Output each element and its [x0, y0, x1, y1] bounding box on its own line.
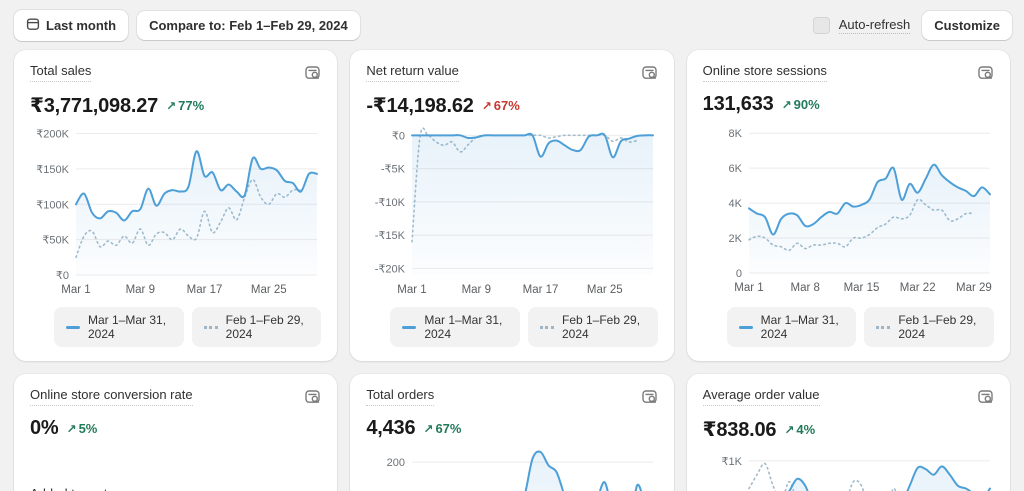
trend-up-icon: ↗ [423, 422, 433, 436]
compare-to-label: Compare to: Feb 1–Feb 29, 2024 [149, 18, 348, 33]
solid-line-swatch [739, 326, 753, 329]
chart-area[interactable]: ₹1K [703, 446, 994, 491]
view-report-icon[interactable] [977, 388, 994, 410]
svg-text:-₹10K: -₹10K [375, 197, 406, 209]
card-title: Online store sessions [703, 63, 827, 82]
trend-up-icon: ↗ [67, 422, 77, 436]
svg-text:Mar 25: Mar 25 [251, 284, 287, 296]
view-report-icon[interactable] [641, 388, 658, 410]
svg-text:Mar 1: Mar 1 [398, 284, 427, 296]
chart-area[interactable]: ₹200K ₹150K ₹100K ₹50K ₹0 Mar 1 Mar 9 Mar 17 Mar… [30, 122, 321, 304]
card-net-return-value: Net return value -₹14,198.62 ↗67% ₹0 -₹5K… [350, 50, 673, 361]
svg-text:Mar 17: Mar 17 [523, 284, 559, 296]
conversion-breakdown-row[interactable]: Added to cart 13,468 sessions 10.23% ↗ 5… [30, 486, 321, 491]
svg-text:2K: 2K [728, 233, 742, 245]
svg-text:Mar 25: Mar 25 [587, 284, 623, 296]
customize-label: Customize [934, 18, 1000, 33]
svg-text:₹150K: ₹150K [36, 164, 69, 176]
metric-delta: ↗5% [67, 421, 98, 436]
chart-area[interactable]: 200 [366, 444, 657, 491]
legend-current: Mar 1–Mar 31, 2024 [390, 307, 520, 347]
view-report-icon[interactable] [304, 64, 321, 86]
metric-delta: ↗67% [482, 98, 520, 113]
auto-refresh-label: Auto-refresh [839, 17, 911, 34]
legend-comparison: Feb 1–Feb 29, 2024 [864, 307, 994, 347]
card-title: Total orders [366, 387, 434, 406]
dotted-line-swatch [204, 326, 218, 329]
svg-text:Mar 15: Mar 15 [843, 282, 879, 294]
metric-delta: ↗90% [782, 97, 820, 112]
trend-up-icon: ↗ [482, 99, 492, 113]
metric-value: -₹14,198.62 [366, 93, 473, 118]
trend-up-icon: ↗ [782, 98, 792, 112]
legend-comparison: Feb 1–Feb 29, 2024 [192, 307, 322, 347]
solid-line-swatch [402, 326, 416, 329]
auto-refresh-checkbox[interactable] [813, 17, 830, 34]
date-range-label: Last month [46, 18, 116, 33]
date-range-button[interactable]: Last month [14, 10, 128, 41]
svg-text:Mar 22: Mar 22 [899, 282, 935, 294]
svg-text:₹1K: ₹1K [721, 456, 742, 468]
dotted-line-swatch [540, 326, 554, 329]
svg-text:8K: 8K [728, 128, 742, 140]
dotted-line-swatch [876, 326, 890, 329]
svg-text:Mar 9: Mar 9 [126, 284, 155, 296]
svg-text:Mar 1: Mar 1 [61, 284, 90, 296]
chart-area[interactable]: 8K 6K 4K 2K 0 Mar 1 Mar 8 Mar 15 Mar 22 Mar 29 [703, 120, 994, 302]
customize-button[interactable]: Customize [922, 11, 1012, 40]
svg-text:-₹5K: -₹5K [381, 164, 406, 176]
view-report-icon[interactable] [977, 64, 994, 86]
svg-text:₹0: ₹0 [56, 270, 69, 282]
svg-text:₹0: ₹0 [392, 130, 405, 142]
breakdown-label: Added to cart [30, 486, 173, 491]
metric-value: 4,436 [366, 417, 415, 440]
metric-delta: ↗77% [166, 98, 204, 113]
compare-to-button[interactable]: Compare to: Feb 1–Feb 29, 2024 [137, 11, 360, 40]
card-title: Online store conversion rate [30, 387, 193, 406]
chart-area[interactable]: ₹0 -₹5K -₹10K -₹15K -₹20K Mar 1 Mar 9 Mar 17 Mar… [366, 122, 657, 304]
trend-up-icon: ↗ [784, 423, 794, 437]
card-title: Average order value [703, 387, 820, 406]
card-title: Total sales [30, 63, 91, 82]
svg-text:4K: 4K [728, 198, 742, 210]
card-online-store-sessions: Online store sessions 131,633 ↗90% 8K 6K 4… [687, 50, 1010, 361]
metric-value: 0% [30, 417, 59, 440]
svg-text:Mar 1: Mar 1 [734, 282, 763, 294]
card-total-orders: Total orders 4,436 ↗67% 200 Mar 1–Mar 31… [350, 374, 673, 491]
card-average-order-value: Average order value ₹838.06 ↗4% ₹1K Mar … [687, 374, 1010, 491]
svg-text:Mar 29: Mar 29 [956, 282, 992, 294]
card-conversion-rate: Online store conversion rate 0% ↗5% Adde… [14, 374, 337, 491]
metric-delta: ↗67% [423, 421, 461, 436]
calendar-icon [26, 17, 40, 34]
svg-text:-₹15K: -₹15K [375, 230, 406, 242]
view-report-icon[interactable] [641, 64, 658, 86]
svg-text:₹200K: ₹200K [36, 129, 69, 141]
svg-text:Mar 8: Mar 8 [790, 282, 819, 294]
svg-text:6K: 6K [728, 163, 742, 175]
svg-text:-₹20K: -₹20K [375, 263, 406, 275]
svg-text:Mar 17: Mar 17 [187, 284, 223, 296]
svg-text:₹100K: ₹100K [36, 199, 69, 211]
legend-current: Mar 1–Mar 31, 2024 [54, 307, 184, 347]
svg-text:0: 0 [736, 268, 742, 280]
toolbar: Last month Compare to: Feb 1–Feb 29, 202… [0, 0, 1024, 50]
chart-legend: Mar 1–Mar 31, 2024 Feb 1–Feb 29, 2024 [366, 307, 657, 347]
metric-value: ₹3,771,098.27 [30, 93, 158, 118]
trend-up-icon: ↗ [166, 99, 176, 113]
legend-comparison: Feb 1–Feb 29, 2024 [528, 307, 658, 347]
metric-value: 131,633 [703, 93, 774, 116]
metric-value: ₹838.06 [703, 417, 777, 442]
view-report-icon[interactable] [304, 388, 321, 410]
metric-delta: ↗4% [784, 422, 815, 437]
svg-text:200: 200 [387, 457, 405, 469]
metrics-grid: Total sales ₹3,771,098.27 ↗77% ₹200K ₹150… [0, 50, 1024, 491]
card-total-sales: Total sales ₹3,771,098.27 ↗77% ₹200K ₹150… [14, 50, 337, 361]
chart-legend: Mar 1–Mar 31, 2024 Feb 1–Feb 29, 2024 [30, 307, 321, 347]
solid-line-swatch [66, 326, 80, 329]
legend-current: Mar 1–Mar 31, 2024 [727, 307, 857, 347]
chart-legend: Mar 1–Mar 31, 2024 Feb 1–Feb 29, 2024 [703, 307, 994, 347]
card-title: Net return value [366, 63, 459, 82]
svg-text:Mar 9: Mar 9 [462, 284, 491, 296]
svg-text:₹50K: ₹50K [42, 235, 69, 247]
